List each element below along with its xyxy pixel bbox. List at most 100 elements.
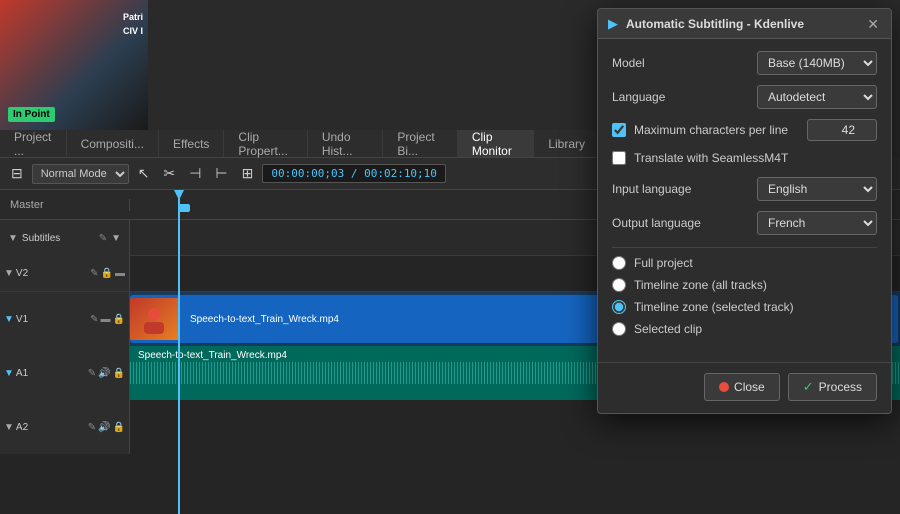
v2-edit-icon[interactable]: ✎ bbox=[90, 268, 98, 279]
a1-collapse-icon[interactable]: ▼ bbox=[4, 368, 14, 379]
tab-clip-properties[interactable]: Clip Propert... bbox=[224, 130, 307, 157]
selection-marker bbox=[178, 204, 190, 212]
translate-label: Translate with SeamlessM4T bbox=[634, 151, 788, 165]
process-check-icon: ✓ bbox=[803, 379, 814, 395]
a1-lock-icon[interactable]: 🔒 bbox=[113, 368, 125, 379]
select-tool[interactable]: ↖ bbox=[133, 163, 155, 184]
max-chars-checkbox[interactable] bbox=[612, 123, 626, 137]
input-language-select[interactable]: English bbox=[757, 177, 877, 201]
prev-frame[interactable]: ⊣ bbox=[184, 163, 206, 184]
a2-collapse-icon[interactable]: ▼ bbox=[4, 422, 14, 433]
a2-track-controls: ▼ A2 ✎ 🔊 🔒 bbox=[0, 400, 130, 454]
a1-edit-icon[interactable]: ✎ bbox=[88, 368, 96, 379]
collapse-btn[interactable]: ⊟ bbox=[6, 163, 28, 184]
radio-full-project: Full project bbox=[612, 256, 877, 270]
radio-timeline-selected-label: Timeline zone (selected track) bbox=[634, 300, 794, 314]
clip-monitor-preview: Patri CIV I In Point bbox=[0, 0, 148, 130]
v1-edit-icon[interactable]: ✎ bbox=[90, 314, 98, 325]
mode-select[interactable]: Normal Mode bbox=[32, 164, 129, 184]
a2-lock-icon[interactable]: 🔒 bbox=[113, 422, 125, 433]
input-language-label: Input language bbox=[612, 182, 691, 196]
v1-collapse-icon[interactable]: ▼ bbox=[4, 314, 14, 325]
subtitles-track-controls: ▼ Subtitles ✎ ▼ bbox=[0, 220, 130, 256]
scope-radio-group: Full project Timeline zone (all tracks) … bbox=[612, 256, 877, 336]
tab-compositi[interactable]: Compositi... bbox=[67, 130, 159, 157]
v1-track-label: V1 bbox=[16, 314, 88, 325]
model-select[interactable]: Base (140MB) bbox=[757, 51, 877, 75]
v1-track-controls: ▼ V1 ✎ ▬ 🔒 bbox=[0, 292, 130, 346]
a1-track-label: A1 bbox=[16, 368, 86, 379]
master-label: Master bbox=[0, 199, 130, 211]
in-point-badge: In Point bbox=[8, 107, 55, 122]
v2-collapse-icon[interactable]: ▼ bbox=[4, 268, 14, 279]
radio-full-project-input[interactable] bbox=[612, 256, 626, 270]
output-language-row: Output language French bbox=[612, 211, 877, 235]
output-language-select[interactable]: French bbox=[757, 211, 877, 235]
tab-bar: Project ... Compositi... Effects Clip Pr… bbox=[0, 130, 600, 158]
a1-clip-name: Speech-to-text_Train_Wreck.mp4 bbox=[138, 350, 287, 361]
max-chars-label: Maximum characters per line bbox=[634, 123, 788, 137]
v1-clip-thumbnail bbox=[130, 298, 178, 340]
a2-mute-icon[interactable]: 🔊 bbox=[98, 422, 110, 433]
close-button-label: Close bbox=[734, 380, 765, 394]
radio-selected-clip-label: Selected clip bbox=[634, 322, 702, 336]
tab-project[interactable]: Project ... bbox=[0, 130, 67, 157]
razor-tool[interactable]: ✂ bbox=[158, 163, 180, 184]
radio-selected-clip-input[interactable] bbox=[612, 322, 626, 336]
v2-track-label: V2 bbox=[16, 268, 88, 279]
tab-library[interactable]: Library bbox=[534, 130, 600, 157]
input-language-row: Input language English bbox=[612, 177, 877, 201]
tab-clip-monitor[interactable]: Clip Monitor bbox=[458, 130, 534, 157]
subtitles-chevron-right[interactable]: ▼ bbox=[111, 233, 121, 244]
next-frame[interactable]: ⊢ bbox=[210, 163, 232, 184]
tab-effects[interactable]: Effects bbox=[159, 130, 224, 157]
dialog-divider bbox=[612, 247, 877, 248]
a2-edit-icon[interactable]: ✎ bbox=[88, 422, 96, 433]
v2-film-icon[interactable]: ▬ bbox=[115, 268, 125, 279]
radio-timeline-selected: Timeline zone (selected track) bbox=[612, 300, 877, 314]
playhead[interactable] bbox=[178, 190, 180, 514]
a2-track-label: A2 bbox=[16, 422, 86, 433]
radio-timeline-all: Timeline zone (all tracks) bbox=[612, 278, 877, 292]
process-button[interactable]: ✓ Process bbox=[788, 373, 877, 401]
language-row: Language Autodetect bbox=[612, 85, 877, 109]
v1-clip-name: Speech-to-text_Train_Wreck.mp4 bbox=[190, 314, 339, 325]
dialog-footer: Close ✓ Process bbox=[598, 362, 891, 413]
max-chars-spinbox[interactable]: 42 bbox=[807, 119, 877, 141]
radio-timeline-all-input[interactable] bbox=[612, 278, 626, 292]
fit-zoom[interactable]: ⊞ bbox=[237, 163, 259, 184]
model-row: Model Base (140MB) bbox=[612, 51, 877, 75]
a1-mute-icon[interactable]: 🔊 bbox=[98, 368, 110, 379]
close-button[interactable]: Close bbox=[704, 373, 780, 401]
v2-track-controls: ▼ V2 ✎ 🔒 ▬ bbox=[0, 256, 130, 291]
dialog-app-icon: ▶ bbox=[608, 16, 618, 32]
v2-lock-icon[interactable]: 🔒 bbox=[101, 268, 113, 279]
subtitles-track-label: Subtitles bbox=[22, 233, 95, 244]
timecode-display: 00:00:00;03 / 00:02:10;10 bbox=[262, 164, 446, 183]
tab-project-bin[interactable]: Project Bi... bbox=[383, 130, 458, 157]
subtitles-chevron-icon[interactable]: ▼ bbox=[8, 233, 18, 244]
translate-row: Translate with SeamlessM4T bbox=[612, 151, 877, 165]
max-chars-row: Maximum characters per line 42 bbox=[612, 119, 877, 141]
close-dot-icon bbox=[719, 382, 729, 392]
radio-selected-clip: Selected clip bbox=[612, 322, 877, 336]
radio-timeline-all-label: Timeline zone (all tracks) bbox=[634, 278, 767, 292]
model-label: Model bbox=[612, 56, 645, 70]
preview-overlay-text: Patri CIV I bbox=[123, 10, 143, 38]
dialog-titlebar: ▶ Automatic Subtitling - Kdenlive ✕ bbox=[598, 9, 891, 39]
translate-checkbox[interactable] bbox=[612, 151, 626, 165]
a1-track-controls: ▼ A1 ✎ 🔊 🔒 bbox=[0, 346, 130, 400]
subtitles-edit-icon[interactable]: ✎ bbox=[99, 233, 107, 244]
v1-lock-icon[interactable]: 🔒 bbox=[113, 314, 125, 325]
v1-film-icon[interactable]: ▬ bbox=[101, 314, 111, 325]
process-button-label: Process bbox=[819, 380, 862, 394]
language-select[interactable]: Autodetect bbox=[757, 85, 877, 109]
radio-timeline-selected-input[interactable] bbox=[612, 300, 626, 314]
tab-undo-history[interactable]: Undo Hist... bbox=[308, 130, 384, 157]
dialog-close-button[interactable]: ✕ bbox=[865, 17, 881, 31]
output-language-label: Output language bbox=[612, 216, 701, 230]
radio-full-project-label: Full project bbox=[634, 256, 693, 270]
automatic-subtitling-dialog: ▶ Automatic Subtitling - Kdenlive ✕ Mode… bbox=[597, 8, 892, 414]
language-label: Language bbox=[612, 90, 665, 104]
preview-video: Patri CIV I In Point bbox=[0, 0, 148, 130]
